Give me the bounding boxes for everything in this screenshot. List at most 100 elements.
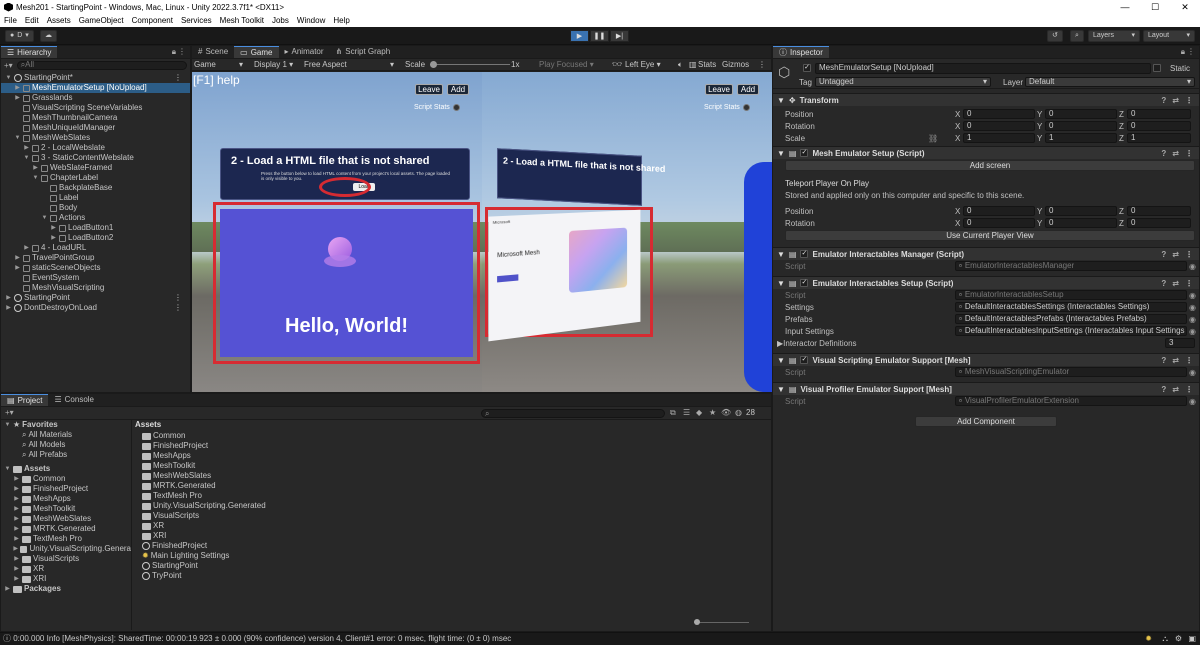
asset-item[interactable]: Common [142, 431, 772, 441]
add-button[interactable]: Add [447, 84, 469, 95]
status-text[interactable]: 0:00.000 Info [MeshPhysics]: SharedTime:… [13, 634, 511, 643]
component-enabled-checkbox[interactable]: ✓ [800, 149, 808, 157]
object-picker-icon[interactable]: ◉ [1189, 262, 1196, 271]
filter-label-icon[interactable]: ☰ [683, 408, 690, 417]
tag-icon[interactable]: ◆ [696, 408, 702, 417]
axis-field-z[interactable]: 1 [1127, 133, 1191, 143]
component-header[interactable]: ▼ ▤ ✓ Visual Scripting Emulator Support [Me… [773, 353, 1199, 366]
leave-button-right[interactable]: Leave [705, 84, 733, 95]
expanded-arrow-icon[interactable]: ▼ [32, 173, 39, 183]
asset-item[interactable]: FinishedProject [142, 541, 772, 551]
settings-icon[interactable]: ⚙ [1175, 633, 1182, 645]
collapsed-arrow-icon[interactable]: ▶ [13, 524, 20, 534]
lock-icon[interactable]: 🔒︎ [1181, 47, 1185, 57]
tab-animator[interactable]: ▸ Animator [279, 46, 330, 58]
hierarchy-item[interactable]: ▶ 2 - LocalWebslate [1, 143, 190, 153]
slider-thumb[interactable] [430, 61, 437, 68]
aspect-dropdown[interactable]: Free Aspect [304, 60, 347, 69]
expanded-arrow-icon[interactable]: ▼ [14, 133, 21, 143]
preset-icon[interactable]: ⇄ [1172, 96, 1179, 105]
project-tree-item[interactable]: ▼ Assets [1, 464, 131, 474]
add-screen-button[interactable]: Add screen [785, 160, 1195, 171]
collapsed-arrow-icon[interactable]: ▶ [13, 514, 20, 524]
eye-dropdown[interactable]: Left Eye ▾ [625, 60, 661, 69]
layout-dropdown[interactable]: Layout ▾ [1143, 30, 1195, 42]
axis-field-x[interactable]: 0 [963, 218, 1035, 228]
maximize-button[interactable]: ☐ [1140, 0, 1170, 14]
hierarchy-item[interactable]: Label [1, 193, 190, 203]
hierarchy-item[interactable]: VisualScripting SceneVariables [1, 103, 190, 113]
object-field[interactable]: ▫ EmulatorInteractablesSetup [955, 290, 1187, 300]
axis-field-z[interactable]: 0 [1127, 206, 1191, 216]
hierarchy-item[interactable]: MeshThumbnailCamera [1, 113, 190, 123]
object-field[interactable]: ▫ EmulatorInteractablesManager [955, 261, 1187, 271]
asset-item[interactable]: StartingPoint [142, 561, 772, 571]
hierarchy-item[interactable]: ▶ LoadButton1 [1, 223, 190, 233]
star-icon[interactable]: ★ [709, 408, 716, 417]
help-icon[interactable]: ? [1161, 385, 1166, 394]
project-tree-item[interactable]: ▶ MeshApps [1, 494, 131, 504]
notifications-icon[interactable]: ▣ [1188, 633, 1196, 645]
component-enabled-checkbox[interactable]: ✓ [800, 356, 808, 364]
scale-slider[interactable] [430, 64, 510, 65]
hierarchy-item[interactable]: ▶ WebSlateFramed [1, 163, 190, 173]
add-component-button[interactable]: Add Component [915, 416, 1057, 427]
collapsed-arrow-icon[interactable]: ▶ [13, 564, 20, 574]
collapsed-arrow-icon[interactable]: ▶ [13, 504, 20, 514]
expanded-arrow-icon[interactable]: ▼ [23, 153, 30, 163]
speaker-icon[interactable]: 🔈︎ [678, 60, 683, 70]
play-button[interactable]: ▶ [570, 30, 589, 42]
preset-icon[interactable]: ⇄ [1172, 250, 1179, 259]
filter-type-icon[interactable]: ⧉ [670, 408, 676, 418]
preset-icon[interactable]: ⇄ [1172, 279, 1179, 288]
axis-field-z[interactable]: 0 [1127, 218, 1191, 228]
project-tree-item[interactable]: ▶ Unity.VisualScripting.Genera [1, 544, 131, 554]
asset-item[interactable]: MeshApps [142, 451, 772, 461]
project-search-input[interactable]: ⌕ [481, 409, 665, 418]
more-icon[interactable]: ⋮ [1185, 385, 1193, 394]
stats-button[interactable]: Stats [698, 60, 716, 69]
axis-field-x[interactable]: 0 [963, 121, 1035, 131]
asset-item[interactable]: FinishedProject [142, 441, 772, 451]
hierarchy-item[interactable]: EventSystem [1, 273, 190, 283]
hierarchy-item[interactable]: ▶ MeshEmulatorSetup [NoUpload] [1, 83, 190, 93]
asset-item[interactable]: MRTK.Generated [142, 481, 772, 491]
menu-item-services[interactable]: Services [177, 14, 216, 27]
preset-icon[interactable]: ⇄ [1172, 385, 1179, 394]
component-header[interactable]: ▼ ▤ ✓ Emulator Interactables Setup (Script)… [773, 276, 1199, 289]
object-picker-icon[interactable]: ◉ [1189, 291, 1196, 300]
menu-item-assets[interactable]: Assets [43, 14, 75, 27]
more-icon[interactable]: ⋮ [174, 303, 190, 313]
more-icon[interactable]: ⋮ [1187, 47, 1195, 56]
component-enabled-checkbox[interactable]: ✓ [800, 250, 808, 258]
more-icon[interactable]: ⋮ [1185, 96, 1193, 105]
add-icon[interactable]: +▾ [4, 61, 13, 70]
object-picker-icon[interactable]: ◉ [1189, 315, 1196, 324]
collapsed-arrow-icon[interactable]: ▶ [14, 83, 21, 93]
more-icon[interactable]: ⋮ [1185, 356, 1193, 365]
project-tree-item[interactable]: ▶ Packages [1, 584, 131, 594]
cta-button[interactable] [497, 274, 518, 282]
close-button[interactable]: ✕ [1170, 0, 1200, 14]
hierarchy-item[interactable]: ▶ LoadButton2 [1, 233, 190, 243]
webslate-right[interactable]: Microsoft Microsoft Mesh [488, 210, 640, 342]
project-tree-item[interactable]: ▶ MRTK.Generated [1, 524, 131, 534]
collapsed-arrow-icon[interactable]: ▶ [23, 243, 30, 253]
axis-field-y[interactable]: 0 [1045, 109, 1117, 119]
foldout-arrow-icon[interactable]: ▼ [777, 96, 785, 105]
hierarchy-item[interactable]: MeshVisualScripting [1, 283, 190, 293]
axis-field-z[interactable]: 0 [1127, 109, 1191, 119]
component-header[interactable]: ▼ ▤ ✓ Emulator Interactables Manager (Scrip… [773, 247, 1199, 260]
asset-item[interactable]: ✹ Main Lighting Settings [142, 551, 772, 561]
asset-item[interactable]: MeshToolkit [142, 461, 772, 471]
collapsed-arrow-icon[interactable]: ▶ [13, 544, 18, 554]
object-field[interactable]: ▫ VisualProfilerEmulatorExtension [955, 396, 1187, 406]
slider-thumb[interactable] [694, 619, 700, 625]
axis-field-z[interactable]: 0 [1127, 121, 1191, 131]
object-picker-icon[interactable]: ◉ [1189, 368, 1196, 377]
project-tree-item[interactable]: ⌕ All Materials [1, 430, 131, 440]
script-stats-toggle-right[interactable]: Script Stats [704, 104, 750, 111]
hierarchy-item[interactable]: ▶ 4 - LoadURL [1, 243, 190, 253]
leave-button[interactable]: Leave [415, 84, 443, 95]
hierarchy-item[interactable]: ▶ DontDestroyOnLoad ⋮ [1, 303, 190, 313]
